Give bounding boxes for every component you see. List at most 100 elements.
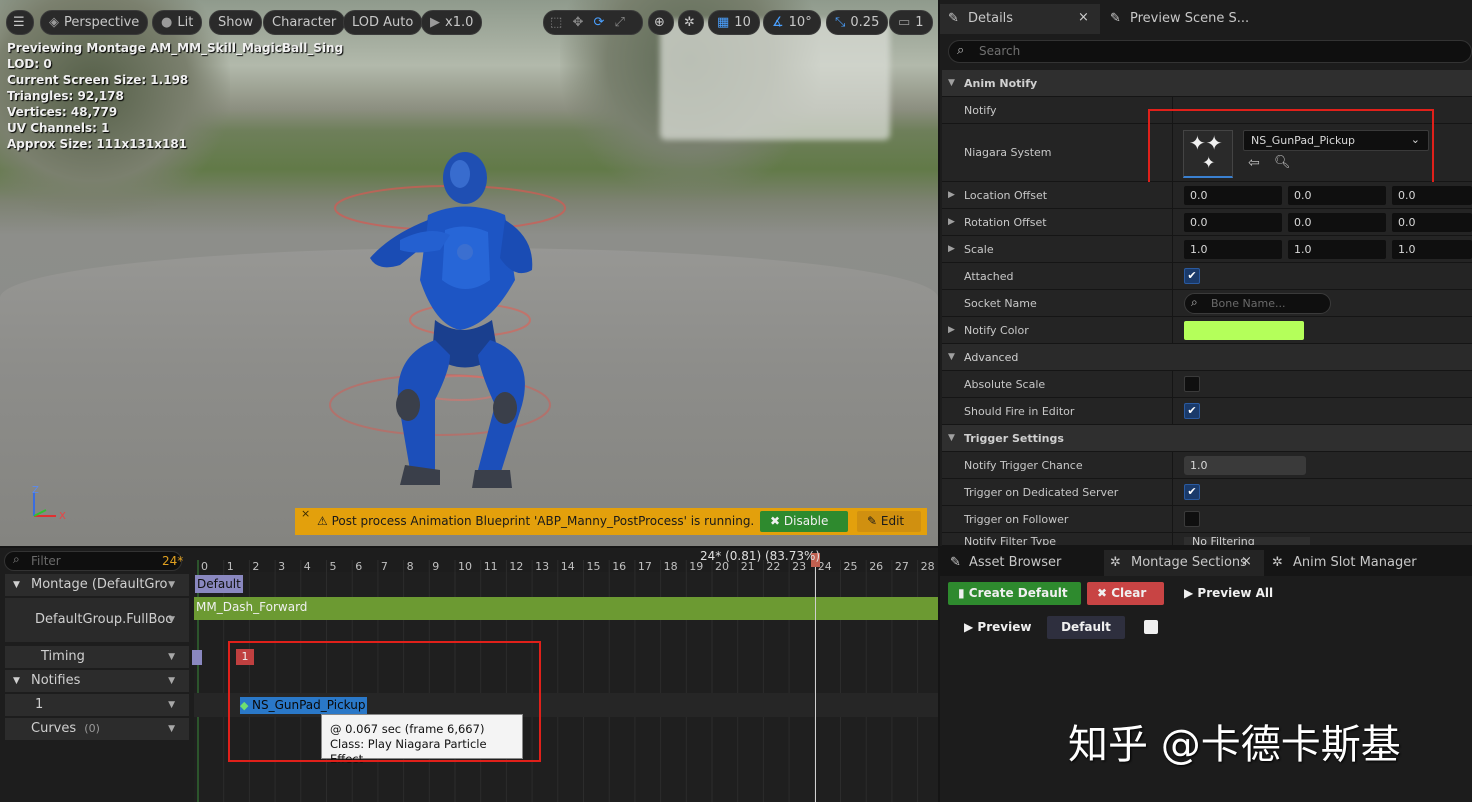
close-icon[interactable]: ×: [301, 500, 310, 527]
camera-speed-button[interactable]: ▭ 1: [889, 10, 933, 35]
track-curves[interactable]: Curves (0) ▼: [5, 718, 189, 740]
default-section-button[interactable]: Default: [1047, 616, 1125, 639]
anim-segment[interactable]: MM_Dash_Forward: [194, 597, 938, 620]
chevron-right-icon[interactable]: ▶: [948, 317, 955, 344]
dedicated-server-checkbox[interactable]: ✔: [1184, 484, 1200, 500]
ruler-tick-label: 8: [406, 560, 414, 573]
ruler-tick-label: 27: [894, 560, 909, 573]
stat-approx-size: Approx Size: 111x131x181: [7, 137, 188, 151]
disable-button[interactable]: ✖ Disable: [760, 511, 848, 532]
socket-name-input[interactable]: ⌕ Bone Name...: [1184, 293, 1331, 314]
lit-button[interactable]: ● Lit: [152, 10, 203, 35]
edit-button[interactable]: ✎ Edit: [857, 511, 921, 532]
location-z-field[interactable]: 0.0: [1392, 186, 1472, 205]
track-notify-1[interactable]: 1 ▼: [5, 694, 189, 716]
grid-snap-button[interactable]: ▦ 10: [708, 10, 760, 35]
create-default-button[interactable]: ▮ Create Default: [948, 582, 1081, 605]
ruler-tick-label: 7: [380, 560, 388, 573]
lod-button[interactable]: LOD Auto: [343, 10, 423, 35]
section-checkbox[interactable]: [1144, 620, 1158, 634]
globe-icon: ⊕: [654, 15, 665, 30]
rotation-snap-button[interactable]: ∡ 10°: [763, 10, 821, 35]
viewport[interactable]: ☰ ◈ Perspective ● Lit Show Character LOD A…: [0, 0, 938, 546]
scale-snap-button[interactable]: ⤡ 0.25: [826, 10, 889, 35]
section-trigger-settings[interactable]: ▼ Trigger Settings: [942, 425, 1472, 452]
row-socket-name: Socket Name ⌕ Bone Name...: [942, 290, 1472, 317]
scale-y-field[interactable]: 1.0: [1288, 240, 1386, 259]
dropdown-icon[interactable]: ▼: [168, 718, 175, 740]
trigger-chance-slider[interactable]: 1.0: [1184, 456, 1306, 475]
dropdown-icon[interactable]: ▼: [168, 598, 175, 642]
close-tab-icon[interactable]: ×: [1241, 554, 1252, 569]
surface-snap-button[interactable]: ✲: [678, 10, 704, 35]
scale-x-field[interactable]: 1.0: [1184, 240, 1282, 259]
row-absolute-scale: Absolute Scale: [942, 371, 1472, 398]
chevron-right-icon[interactable]: ▶: [948, 236, 955, 263]
track-notifies[interactable]: ▼ Notifies ▼: [5, 670, 189, 692]
absolute-scale-checkbox[interactable]: [1184, 376, 1200, 392]
ruler-tick-label: 16: [612, 560, 627, 573]
tab-details[interactable]: ✎ Details: [944, 6, 1013, 32]
dropdown-icon[interactable]: ▼: [168, 646, 175, 668]
show-button[interactable]: Show: [209, 10, 263, 35]
section-advanced[interactable]: ▼ Advanced: [942, 344, 1472, 371]
stat-lod: LOD: 0: [7, 57, 52, 71]
fps-indicator[interactable]: 24*: [162, 554, 183, 568]
timeline-filter-input[interactable]: ⌕ Filter: [4, 551, 182, 571]
tab-asset-browser[interactable]: ✎ Asset Browser: [950, 552, 1061, 574]
attached-checkbox[interactable]: ✔: [1184, 268, 1200, 284]
section-anim-notify[interactable]: ▼ Anim Notify: [942, 70, 1472, 97]
playhead-line[interactable]: [815, 560, 816, 802]
grid-icon: ▦: [717, 15, 730, 30]
follower-checkbox[interactable]: [1184, 511, 1200, 527]
row-rotation-offset: ▶ Rotation Offset 0.0 0.0 0.0: [942, 209, 1472, 236]
pencil-icon: ✎: [867, 514, 881, 528]
tab-anim-slot-manager[interactable]: ✲ Anim Slot Manager: [1272, 552, 1417, 574]
track-montage[interactable]: ▼ Montage (DefaultGro ▼: [5, 574, 189, 596]
location-x-field[interactable]: 0.0: [1184, 186, 1282, 205]
transform-tools[interactable]: ⬚ ✥ ⟳ ⤢: [543, 10, 643, 35]
dropdown-icon[interactable]: ▼: [168, 574, 175, 596]
perspective-button[interactable]: ◈ Perspective: [40, 10, 149, 35]
rotate-icon[interactable]: ⟳: [593, 15, 604, 30]
menu-icon: ☰: [13, 15, 25, 30]
character-mannequin: [329, 152, 566, 488]
dropdown-icon[interactable]: ▼: [168, 670, 175, 692]
ruler-tick-label: 26: [869, 560, 884, 573]
track-timing[interactable]: Timing ▼: [5, 646, 189, 668]
world-local-button[interactable]: ⊕: [648, 10, 674, 35]
scale-icon[interactable]: ⤢: [615, 15, 625, 30]
warning-icon: ⚠: [317, 514, 332, 528]
should-fire-checkbox[interactable]: ✔: [1184, 403, 1200, 419]
preview-button[interactable]: ▶ Preview: [954, 616, 1041, 639]
ruler-tick-label: 12: [509, 560, 524, 573]
character-button[interactable]: Character: [263, 10, 346, 35]
preview-all-button[interactable]: ▶ Preview All: [1174, 582, 1283, 605]
search-input[interactable]: ⌕ Search: [948, 40, 1472, 63]
ruler-tick-label: 13: [535, 560, 550, 573]
tab-montage-sections[interactable]: ✲ Montage Sections: [1110, 552, 1247, 574]
ruler-tick-label: 25: [843, 560, 858, 573]
chevron-right-icon[interactable]: ▶: [948, 182, 955, 209]
montage-icon: ✲: [1110, 555, 1121, 570]
hamburger-menu-button[interactable]: ☰: [6, 10, 34, 35]
notify-color-swatch[interactable]: [1184, 321, 1304, 340]
select-icon[interactable]: ⬚: [550, 15, 562, 30]
tab-preview-scene[interactable]: ✎ Preview Scene S...: [1106, 6, 1249, 32]
stat-triangles: Triangles: 92,178: [7, 89, 124, 103]
close-tab-icon[interactable]: ×: [1078, 10, 1089, 25]
dropdown-icon[interactable]: ▼: [168, 694, 175, 716]
notify-filter-dropdown[interactable]: No Filtering: [1184, 536, 1310, 545]
track-slot[interactable]: DefaultGroup.FullBoc ▼: [5, 598, 189, 642]
location-y-field[interactable]: 0.0: [1288, 186, 1386, 205]
snap-icon: ✲: [684, 15, 695, 30]
translate-icon[interactable]: ✥: [572, 15, 583, 30]
rotation-z-field[interactable]: 0.0: [1392, 213, 1472, 232]
clear-button[interactable]: ✖ Clear: [1087, 582, 1164, 605]
chevron-right-icon[interactable]: ▶: [948, 209, 955, 236]
rotation-x-field[interactable]: 0.0: [1184, 213, 1282, 232]
playback-speed-button[interactable]: ▶ x1.0: [421, 10, 483, 35]
rotation-y-field[interactable]: 0.0: [1288, 213, 1386, 232]
section-default[interactable]: Default: [195, 575, 243, 593]
scale-z-field[interactable]: 1.0: [1392, 240, 1472, 259]
